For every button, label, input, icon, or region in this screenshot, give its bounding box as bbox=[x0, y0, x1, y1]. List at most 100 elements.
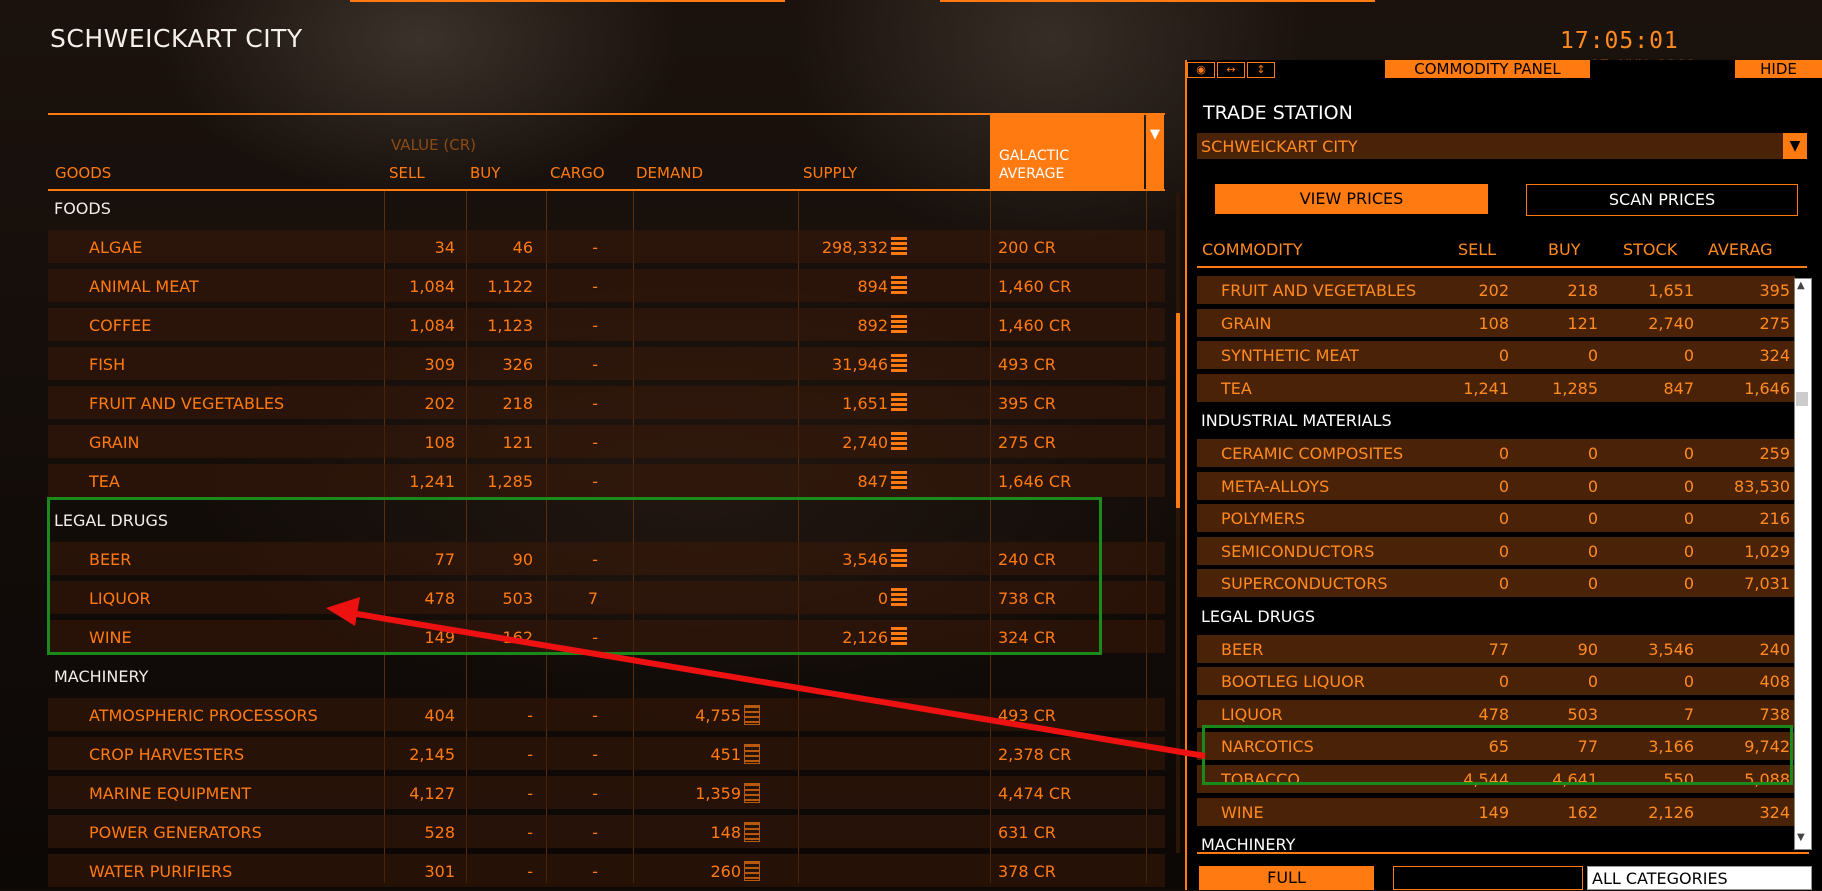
commodity-name: COFFEE bbox=[89, 316, 152, 335]
supply-level-icon bbox=[891, 354, 907, 374]
panel-header-commodity[interactable]: COMMODITY bbox=[1202, 240, 1303, 259]
header-options-toggle[interactable]: ▼ bbox=[1146, 115, 1164, 189]
galactic-average-price: 275 CR bbox=[998, 433, 1056, 452]
table-row[interactable]: ALGAE 34 46 - 298,332 200 CR bbox=[48, 230, 1165, 263]
panel-list-item[interactable]: SEMICONDUCTORS 0 0 0 1,029 bbox=[1197, 536, 1795, 565]
panel-buy: 503 bbox=[1567, 704, 1598, 724]
table-scroll-thumb[interactable] bbox=[1176, 313, 1180, 508]
header-supply[interactable]: SUPPLY bbox=[803, 164, 857, 182]
panel-scrollbar[interactable] bbox=[1794, 278, 1812, 850]
panel-search-input[interactable] bbox=[1393, 866, 1583, 890]
galactic-average-price: 1,460 CR bbox=[998, 316, 1072, 335]
scroll-up-icon[interactable]: ▲ bbox=[1797, 280, 1805, 291]
commodity-name: ANIMAL MEAT bbox=[89, 277, 199, 296]
panel-header-sell[interactable]: SELL bbox=[1458, 240, 1496, 259]
hide-button[interactable]: HIDE bbox=[1735, 60, 1822, 78]
table-row[interactable]: ANIMAL MEAT 1,084 1,122 - 894 1,460 CR bbox=[48, 269, 1165, 302]
galactic-average-label: GALACTIC AVERAGE bbox=[999, 148, 1070, 182]
panel-sell: 0 bbox=[1498, 444, 1509, 463]
panel-header-border bbox=[1197, 266, 1807, 268]
horizontal-arrows-icon[interactable]: ↔ bbox=[1217, 62, 1245, 78]
panel-list-item[interactable]: SUPERCONDUCTORS 0 0 0 7,031 bbox=[1197, 569, 1795, 598]
panel-scroll-thumb[interactable] bbox=[1796, 392, 1808, 406]
panel-buy: 0 bbox=[1587, 346, 1598, 366]
chevron-down-icon[interactable]: ▼ bbox=[1783, 133, 1807, 159]
panel-header-average[interactable]: AVERAG bbox=[1708, 240, 1773, 259]
header-goods[interactable]: GOODS bbox=[55, 164, 111, 182]
panel-list-item[interactable]: META-ALLOYS 0 0 0 83,530 bbox=[1197, 471, 1795, 500]
panel-list-item[interactable]: SYNTHETIC MEAT 0 0 0 324 bbox=[1197, 341, 1795, 370]
vertical-arrows-icon[interactable]: ↕ bbox=[1247, 62, 1275, 78]
sell-price: 301 bbox=[424, 862, 455, 881]
full-button[interactable]: FULL bbox=[1199, 866, 1374, 890]
header-demand[interactable]: DEMAND bbox=[636, 164, 703, 182]
table-row[interactable]: POWER GENERATORS 528 - - 148 631 CR bbox=[48, 815, 1165, 848]
panel-list-item[interactable]: TEA 1,241 1,285 847 1,646 bbox=[1197, 373, 1795, 402]
category-row: FOODS bbox=[48, 191, 1165, 224]
panel-commodity-name: SUPERCONDUCTORS bbox=[1221, 574, 1388, 594]
panel-list-item[interactable]: CERAMIC COMPOSITES 0 0 0 259 bbox=[1197, 439, 1795, 467]
galactic-average-price: 1,646 CR bbox=[998, 472, 1072, 491]
supply-level-icon bbox=[891, 432, 907, 452]
table-row[interactable]: TEA 1,241 1,285 - 847 1,646 CR bbox=[48, 464, 1165, 497]
panel-header-stock[interactable]: STOCK bbox=[1623, 240, 1677, 259]
panel-list-item[interactable]: LIQUOR 478 503 7 738 bbox=[1197, 699, 1795, 728]
table-row[interactable]: CROP HARVESTERS 2,145 - - 451 2,378 CR bbox=[48, 737, 1165, 770]
panel-list-item[interactable]: BOOTLEG LIQUOR 0 0 0 408 bbox=[1197, 667, 1795, 696]
header-galactic-average[interactable]: GALACTIC AVERAGE bbox=[990, 115, 1144, 189]
panel-commodity-name: SEMICONDUCTORS bbox=[1221, 541, 1375, 561]
sell-price: 528 bbox=[424, 823, 455, 842]
sell-price: 404 bbox=[424, 706, 455, 725]
header-buy[interactable]: BUY bbox=[470, 164, 500, 182]
panel-commodity-name: BEER bbox=[1221, 639, 1264, 659]
commodity-name: POWER GENERATORS bbox=[89, 823, 262, 842]
tab-commodity-panel[interactable]: COMMODITY PANEL bbox=[1385, 60, 1590, 78]
scroll-down-icon[interactable]: ▼ bbox=[1797, 832, 1805, 843]
header-cargo[interactable]: CARGO bbox=[550, 164, 605, 182]
sell-price: 1,084 bbox=[409, 316, 455, 335]
header-value: VALUE (CR) bbox=[391, 136, 476, 154]
panel-category-row: INDUSTRIAL MATERIALS bbox=[1197, 406, 1795, 434]
table-row[interactable]: FRUIT AND VEGETABLES 202 218 - 1,651 395 CR bbox=[48, 386, 1165, 419]
galactic-average-price: 200 CR bbox=[998, 238, 1056, 257]
panel-average: 1,646 bbox=[1744, 378, 1790, 398]
panel-list-item[interactable]: WINE 149 162 2,126 324 bbox=[1197, 797, 1795, 826]
table-scrollbar[interactable] bbox=[1176, 193, 1180, 853]
galactic-average-price: 395 CR bbox=[998, 394, 1056, 413]
supply-amount: 2,740 bbox=[842, 433, 888, 452]
view-prices-button[interactable]: VIEW PRICES bbox=[1215, 184, 1488, 214]
panel-average: 1,029 bbox=[1744, 541, 1790, 561]
panel-header-buy[interactable]: BUY bbox=[1548, 240, 1580, 259]
table-row[interactable]: MARINE EQUIPMENT 4,127 - - 1,359 4,474 CR bbox=[48, 776, 1165, 809]
buy-price: 218 bbox=[502, 394, 533, 413]
header-sell[interactable]: SELL bbox=[389, 164, 425, 182]
scan-prices-button[interactable]: SCAN PRICES bbox=[1526, 184, 1798, 216]
station-select[interactable]: SCHWEICKART CITY ▼ bbox=[1197, 133, 1807, 159]
demand-level-icon bbox=[744, 744, 760, 764]
panel-commodity-name: BOOTLEG LIQUOR bbox=[1221, 672, 1365, 692]
panel-list-item[interactable]: FRUIT AND VEGETABLES 202 218 1,651 395 bbox=[1197, 276, 1795, 304]
highlight-narcotics-tobacco bbox=[1202, 725, 1793, 785]
cargo-amount: - bbox=[592, 433, 598, 452]
table-row[interactable]: FISH 309 326 - 31,946 493 CR bbox=[48, 347, 1165, 380]
table-row[interactable]: WATER PURIFIERS 301 - - 260 378 CR bbox=[48, 854, 1165, 887]
category-label: FOODS bbox=[54, 199, 111, 218]
supply-amount: 847 bbox=[857, 472, 888, 491]
panel-buy: 0 bbox=[1587, 541, 1598, 561]
galactic-average-price: 631 CR bbox=[998, 823, 1056, 842]
eye-icon[interactable]: ◉ bbox=[1187, 62, 1215, 78]
panel-list-item[interactable]: POLYMERS 0 0 0 216 bbox=[1197, 504, 1795, 533]
galactic-average-price: 493 CR bbox=[998, 706, 1056, 725]
cargo-amount: - bbox=[592, 355, 598, 374]
category-select[interactable]: ALL CATEGORIES bbox=[1587, 866, 1812, 890]
table-row[interactable]: ATMOSPHERIC PROCESSORS 404 - - 4,755 493 CR bbox=[48, 698, 1165, 731]
table-row[interactable]: GRAIN 108 121 - 2,740 275 CR bbox=[48, 425, 1165, 458]
supply-amount: 31,946 bbox=[832, 355, 888, 374]
table-row[interactable]: COFFEE 1,084 1,123 - 892 1,460 CR bbox=[48, 308, 1165, 341]
panel-sell: 0 bbox=[1498, 672, 1509, 692]
panel-stock: 1,651 bbox=[1648, 281, 1694, 300]
panel-list-item[interactable]: BEER 77 90 3,546 240 bbox=[1197, 634, 1795, 663]
cargo-amount: - bbox=[592, 784, 598, 803]
panel-list-item[interactable]: GRAIN 108 121 2,740 275 bbox=[1197, 308, 1795, 337]
panel-average: 408 bbox=[1759, 672, 1790, 692]
